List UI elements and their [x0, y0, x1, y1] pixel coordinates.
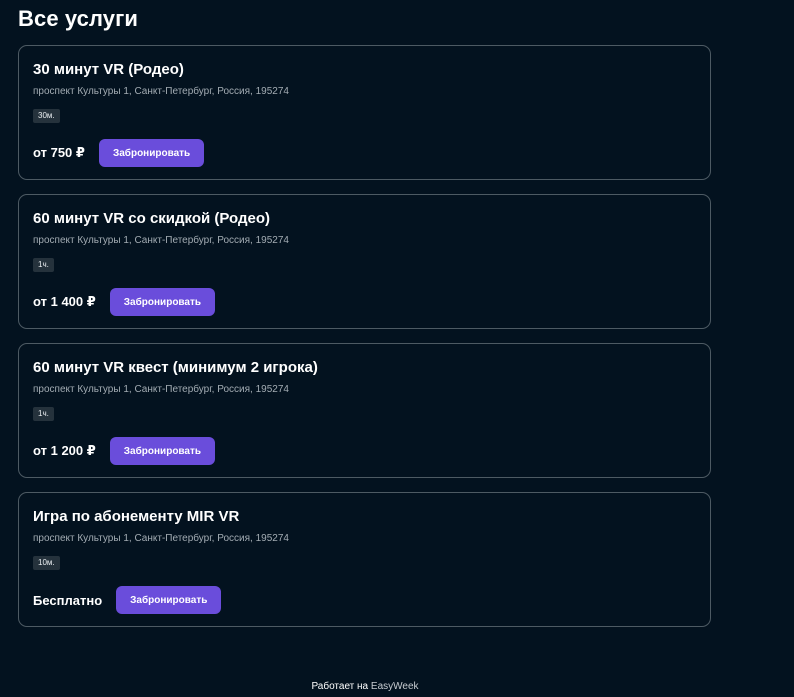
service-address: проспект Культуры 1, Санкт-Петербург, Ро…: [33, 384, 289, 395]
book-button[interactable]: Забронировать: [109, 437, 216, 465]
book-button[interactable]: Забронировать: [116, 586, 222, 614]
duration-badge: 30м.: [33, 109, 60, 123]
book-button[interactable]: Забронировать: [109, 288, 216, 316]
service-price: от 1 400 ₽: [33, 294, 96, 309]
service-card: 60 минут VR квест (минимум 2 игрока) про…: [18, 343, 711, 478]
service-title: Игра по абонементу MIR VR: [33, 508, 240, 525]
duration-badge: 1ч.: [33, 258, 54, 272]
duration-badge: 10м.: [33, 556, 60, 570]
service-title: 30 минут VR (Родео): [33, 61, 184, 78]
service-card: 60 минут VR со скидкой (Родео) проспект …: [18, 194, 711, 329]
service-footer: Бесплатно Забронировать: [33, 585, 222, 615]
service-footer: от 1 200 ₽ Забронировать: [33, 436, 216, 466]
powered-by-footer: Работает на EasyWeek: [0, 681, 730, 692]
service-card: Игра по абонементу MIR VR проспект Культ…: [18, 492, 711, 627]
service-address: проспект Культуры 1, Санкт-Петербург, Ро…: [33, 86, 289, 97]
service-footer: от 750 ₽ Забронировать: [33, 138, 205, 168]
service-price: от 750 ₽: [33, 145, 85, 160]
service-footer: от 1 400 ₽ Забронировать: [33, 287, 216, 317]
service-address: проспект Культуры 1, Санкт-Петербург, Ро…: [33, 235, 289, 246]
service-title: 60 минут VR квест (минимум 2 игрока): [33, 359, 318, 376]
services-list: 30 минут VR (Родео) проспект Культуры 1,…: [18, 45, 711, 641]
powered-by-label: Работает на: [311, 681, 369, 692]
book-button[interactable]: Забронировать: [98, 139, 205, 167]
brand-link[interactable]: EasyWeek: [371, 681, 419, 692]
service-card: 30 минут VR (Родео) проспект Культуры 1,…: [18, 45, 711, 180]
page-title: Все услуги: [18, 6, 139, 31]
duration-badge: 1ч.: [33, 407, 54, 421]
service-address: проспект Культуры 1, Санкт-Петербург, Ро…: [33, 533, 289, 544]
service-price: Бесплатно: [33, 592, 103, 608]
service-price: от 1 200 ₽: [33, 443, 96, 458]
service-title: 60 минут VR со скидкой (Родео): [33, 210, 271, 227]
